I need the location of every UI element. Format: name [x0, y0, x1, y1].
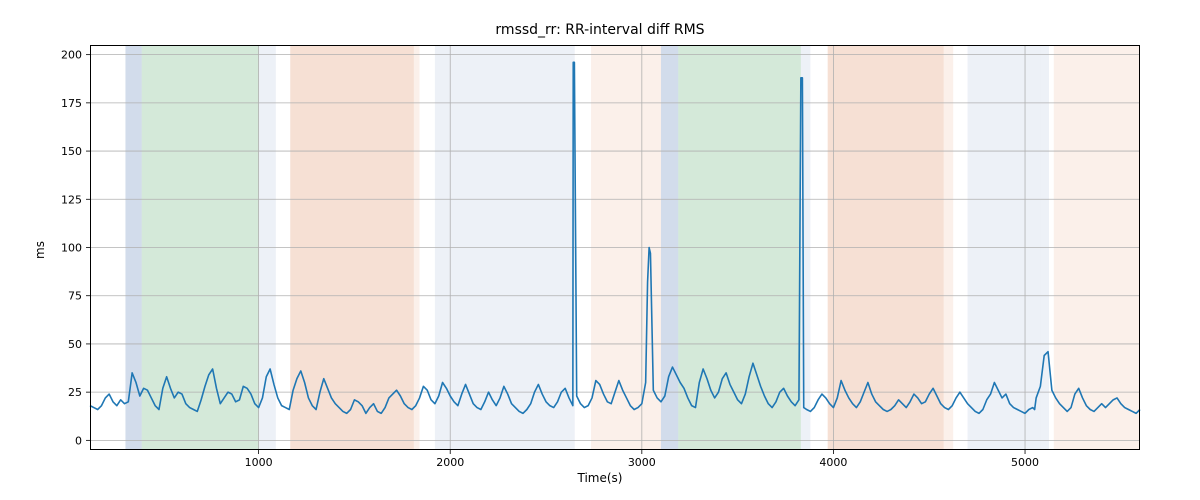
- y-axis-label: ms: [33, 241, 47, 259]
- x-tick: 5000: [1011, 450, 1039, 469]
- y-tick-label: 150: [61, 145, 82, 158]
- y-tick: 50: [68, 338, 90, 351]
- y-tick: 75: [68, 290, 90, 303]
- y-tick: 25: [68, 386, 90, 399]
- x-tick: 4000: [819, 450, 847, 469]
- x-tick-label: 5000: [1011, 456, 1039, 469]
- figure: rmssd_rr: RR-interval diff RMS ms Time(s…: [0, 0, 1200, 500]
- axes: 1000200030004000500002550751001251501752…: [90, 45, 1140, 450]
- y-tick: 200: [61, 49, 90, 62]
- y-tick-label: 75: [68, 290, 82, 303]
- x-axis-label: Time(s): [0, 471, 1200, 485]
- y-tick-label: 125: [61, 193, 82, 206]
- y-tick-label: 175: [61, 97, 82, 110]
- x-tick-label: 1000: [245, 456, 273, 469]
- y-tick-label: 50: [68, 338, 82, 351]
- y-tick-label: 100: [61, 242, 82, 255]
- y-tick: 150: [61, 145, 90, 158]
- y-tick: 100: [61, 242, 90, 255]
- plot-area: 1000200030004000500002550751001251501752…: [90, 45, 1140, 450]
- y-tick: 125: [61, 193, 90, 206]
- x-tick: 3000: [628, 450, 656, 469]
- y-tick-label: 25: [68, 386, 82, 399]
- y-tick: 175: [61, 97, 90, 110]
- x-tick: 1000: [245, 450, 273, 469]
- y-tick-label: 200: [61, 49, 82, 62]
- x-tick: 2000: [436, 450, 464, 469]
- y-tick-label: 0: [75, 434, 82, 447]
- x-tick-label: 2000: [436, 456, 464, 469]
- x-tick-label: 4000: [819, 456, 847, 469]
- y-tick: 0: [75, 434, 90, 447]
- chart-title: rmssd_rr: RR-interval diff RMS: [0, 22, 1200, 38]
- x-tick-label: 3000: [628, 456, 656, 469]
